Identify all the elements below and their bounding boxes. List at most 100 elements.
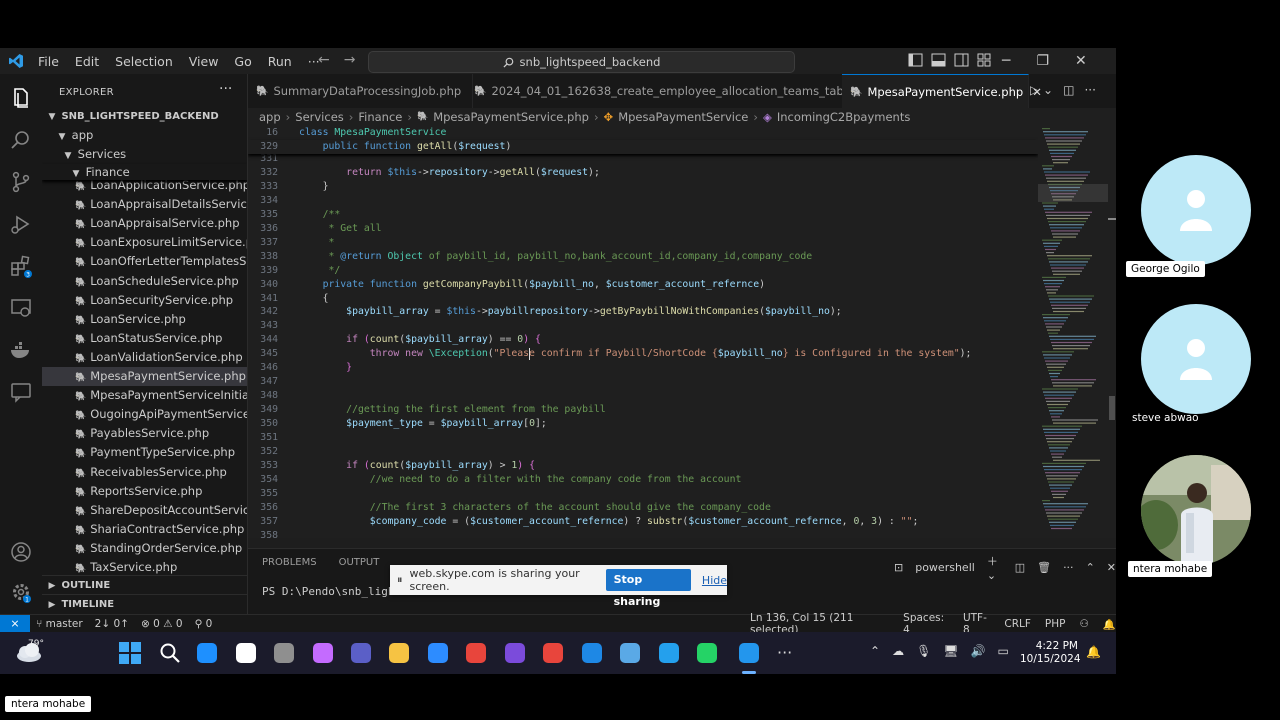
chevron-up-icon[interactable]: ⌃ xyxy=(1086,561,1095,574)
explorer-files-icon[interactable] xyxy=(9,86,33,110)
search-icon[interactable] xyxy=(158,641,182,665)
explorer-file-item[interactable]: 🐘 LoanService.php xyxy=(42,310,247,329)
code-line[interactable]: 334 xyxy=(248,194,1038,208)
explorer-file-item[interactable]: 🐘ShareDepositAccountService.... xyxy=(42,501,247,520)
code-line[interactable]: 340 private function getCompanyPaybill($… xyxy=(248,278,1038,292)
breadcrumb-app[interactable]: app xyxy=(259,110,281,124)
more-apps-icon[interactable]: ··· xyxy=(777,641,801,665)
sticky-scroll-line[interactable]: 329 public function getAll($request) xyxy=(248,139,1038,154)
teams-icon[interactable] xyxy=(274,643,294,663)
settings-gear-icon[interactable]: 1 xyxy=(9,580,33,604)
code-line[interactable]: 342 $paybill_array = $this->paybillrepos… xyxy=(248,305,1038,319)
code-line[interactable]: 338 * @return Object of paybill_id, payb… xyxy=(248,250,1038,264)
ports-status[interactable]: ⚲ 0 xyxy=(195,618,213,630)
participant-video-ntera[interactable] xyxy=(1141,455,1251,565)
explorer-file-item[interactable]: 🐘 LoanScheduleService.php xyxy=(42,272,247,291)
tab-summary-job[interactable]: 🐘 SummaryDataProcessingJob.php xyxy=(248,74,473,108)
terminal-icon[interactable] xyxy=(620,643,640,663)
tree-folder-finance[interactable]: ▼ Finance xyxy=(42,164,247,180)
explorer-more-icon[interactable]: ··· xyxy=(219,81,232,97)
code-line[interactable]: 346 } xyxy=(248,361,1038,375)
more-actions-icon[interactable]: ··· xyxy=(1084,83,1095,97)
back-arrow-icon[interactable]: ← xyxy=(318,52,330,68)
code-line[interactable]: 348 xyxy=(248,389,1038,403)
breadcrumb-class[interactable]: MpesaPaymentService xyxy=(618,110,748,124)
scrollbar-thumb[interactable] xyxy=(1109,396,1115,420)
cursor-position[interactable]: Ln 136, Col 15 (211 selected) xyxy=(750,612,889,632)
code-line[interactable]: 341 { xyxy=(248,292,1038,306)
minimize-icon[interactable]: ─ xyxy=(1002,53,1010,69)
chevron-up-icon[interactable]: ⌃ xyxy=(870,644,880,658)
code-line[interactable]: 352 xyxy=(248,445,1038,459)
code-line[interactable]: 343 xyxy=(248,319,1038,333)
task-view-icon[interactable] xyxy=(197,643,217,663)
file-explorer-icon[interactable] xyxy=(313,643,333,663)
taskbar-clock[interactable]: 4:22 PM 10/15/2024 xyxy=(1020,640,1081,666)
tree-folder-app[interactable]: ▼ app xyxy=(42,126,247,145)
close-panel-icon[interactable]: ✕ xyxy=(1107,561,1116,574)
explorer-file-item[interactable]: 🐘 StandingOrderService.php xyxy=(42,539,247,558)
breadcrumb-services[interactable]: Services xyxy=(295,110,344,124)
extensions-icon[interactable]: 3 xyxy=(9,254,33,278)
panel-tab-output[interactable]: OUTPUT xyxy=(339,557,380,568)
stop-sharing-button[interactable]: Stop sharing xyxy=(605,569,691,608)
tab-migration[interactable]: 🐘 2024_04_01_162638_create_employee_allo… xyxy=(466,74,880,108)
forward-arrow-icon[interactable]: → xyxy=(344,52,356,68)
tree-folder-services[interactable]: ▼ Services xyxy=(42,145,247,164)
onedrive-cloud-icon[interactable]: ☁ xyxy=(892,644,904,658)
menu-view[interactable]: View xyxy=(189,54,219,69)
timeline-section[interactable]: ▶ TIMELINE xyxy=(42,594,247,614)
copilot-icon[interactable]: ⚇ xyxy=(1079,618,1088,630)
explorer-file-item[interactable]: 🐘 ShariaContractService.php xyxy=(42,520,247,539)
run-debug-icon[interactable] xyxy=(9,212,33,236)
problems-status[interactable]: ⊗ 0 ⚠ 0 xyxy=(141,618,183,630)
command-center-search[interactable]: snb_lightspeed_backend xyxy=(368,51,795,73)
code-line[interactable]: 349 //getting the first element from the… xyxy=(248,403,1038,417)
breadcrumb-finance[interactable]: Finance xyxy=(358,110,402,124)
encoding[interactable]: UTF-8 xyxy=(963,612,990,632)
edge-browser-icon[interactable] xyxy=(351,643,371,663)
editor-scrollbar[interactable] xyxy=(1108,126,1116,538)
notepad-icon[interactable] xyxy=(582,643,602,663)
tab-mpesa-service[interactable]: 🐘 MpesaPaymentService.php ✕ xyxy=(842,74,1042,109)
source-control-icon[interactable] xyxy=(9,170,33,194)
toggle-panel-icon[interactable] xyxy=(931,53,946,67)
code-line[interactable]: 333 } xyxy=(248,180,1038,194)
explorer-file-item[interactable]: 🐘 LoanValidationService.php xyxy=(42,348,247,367)
toggle-secondary-sidebar-icon[interactable] xyxy=(954,53,969,67)
battery-icon[interactable]: ▭ xyxy=(997,644,1008,658)
visual-studio-icon[interactable] xyxy=(428,643,448,663)
outlook-icon[interactable] xyxy=(505,643,525,663)
explorer-file-item[interactable]: 🐘 LoanAppraisalService.php xyxy=(42,214,247,233)
notification-bell-icon[interactable]: 🔔 xyxy=(1086,645,1101,659)
explorer-file-item[interactable]: 🐘 MpesaPaymentService.php xyxy=(42,367,247,386)
panel-tab-problems[interactable]: PROBLEMS xyxy=(262,557,317,568)
explorer-file-item[interactable]: 🐘 PaymentTypeService.php xyxy=(42,443,247,462)
code-line[interactable]: 335 /** xyxy=(248,208,1038,222)
hide-link[interactable]: Hide xyxy=(702,574,727,587)
close-icon[interactable]: ✕ xyxy=(1075,53,1087,69)
breadcrumb-method[interactable]: IncomingC2Bpayments xyxy=(777,110,910,124)
code-line[interactable]: 337 * xyxy=(248,236,1038,250)
language-mode[interactable]: PHP xyxy=(1045,618,1066,630)
menu-file[interactable]: File xyxy=(38,54,59,69)
explorer-file-item[interactable]: 🐘 LoanSecurityService.php xyxy=(42,291,247,310)
indentation[interactable]: Spaces: 4 xyxy=(903,612,949,632)
copilot-icon[interactable] xyxy=(236,643,256,663)
menu-edit[interactable]: Edit xyxy=(75,54,99,69)
terminal-shell-name[interactable]: powershell xyxy=(915,561,975,574)
code-line[interactable]: 347 xyxy=(248,375,1038,389)
terminal-prompt[interactable]: PS D:\Pendo\snb_ligh xyxy=(262,585,394,598)
participant-avatar-steve[interactable] xyxy=(1141,304,1251,414)
notifications-bell-icon[interactable]: 🔔 xyxy=(1103,618,1116,631)
tree-project-root[interactable]: ▼ SNB_LIGHTSPEED_BACKEND xyxy=(42,107,247,126)
run-file-icon[interactable]: ▷ ⌄ xyxy=(1030,83,1053,97)
code-line[interactable]: 339 */ xyxy=(248,264,1038,278)
search-icon[interactable] xyxy=(9,128,33,152)
more-actions-icon[interactable]: ··· xyxy=(1063,561,1074,574)
photos-icon[interactable] xyxy=(543,643,563,663)
microphone-icon[interactable]: 🎙 xyxy=(916,644,931,658)
volume-icon[interactable]: 🔊 xyxy=(971,644,986,658)
code-line[interactable]: 355 xyxy=(248,487,1038,501)
explorer-file-item[interactable]: 🐘LoanExposureLimitService.php xyxy=(42,233,247,252)
